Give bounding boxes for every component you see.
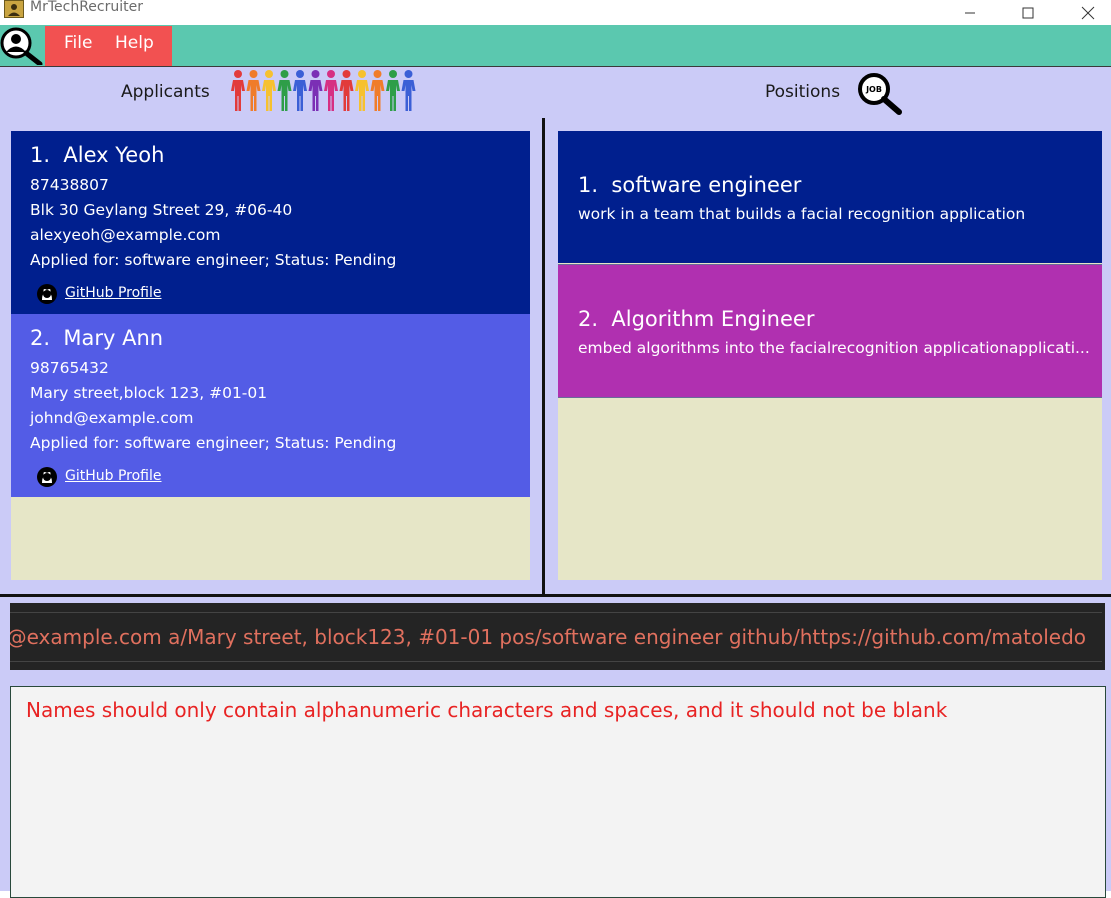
vertical-divider (542, 118, 545, 594)
person-figure-icon (262, 70, 276, 111)
position-title: 1. software engineer (578, 173, 802, 197)
applicant-card[interactable]: 1. Alex Yeoh 87438807 Blk 30 Geylang Str… (11, 131, 530, 314)
person-figure-icon (246, 70, 261, 111)
applicant-address: Blk 30 Geylang Street 29, #06-40 (30, 201, 293, 219)
applicant-name: 2. Mary Ann (30, 326, 164, 350)
menu-help[interactable]: Help (115, 33, 154, 53)
applicant-email: johnd@example.com (30, 409, 194, 427)
job-search-icon: JOB (856, 71, 902, 119)
github-icon (36, 466, 58, 488)
positions-label: Positions (765, 82, 841, 102)
position-title: 2. Algorithm Engineer (578, 307, 815, 331)
applicants-label: Applicants (121, 82, 210, 102)
position-card[interactable]: 1. software engineer work in a team that… (558, 131, 1102, 263)
command-input[interactable]: ınd@example.com a/Mary street, block123,… (10, 612, 1102, 662)
applicant-phone: 98765432 (30, 359, 109, 377)
applicant-card[interactable]: 2. Mary Ann 98765432 Mary street,block 1… (11, 314, 530, 497)
position-description: work in a team that builds a facial reco… (578, 205, 1026, 223)
applicant-phone: 87438807 (30, 176, 109, 194)
minimize-button[interactable] (947, 0, 993, 25)
person-figure-icon (401, 70, 416, 111)
app-icon (4, 0, 24, 18)
command-text: ınd@example.com a/Mary street, block123,… (10, 625, 1086, 649)
person-figure-icon (293, 70, 307, 111)
applicants-people-icon (231, 70, 416, 111)
recruiter-logo-icon (0, 27, 44, 67)
applicant-email: alexyeoh@example.com (30, 226, 221, 244)
person-figure-icon (277, 70, 292, 111)
person-figure-icon (308, 70, 323, 111)
position-card[interactable]: 2. Algorithm Engineer embed algorithms i… (558, 264, 1102, 398)
result-message: Names should only contain alphanumeric c… (26, 698, 948, 722)
applicant-status: Applied for: software engineer; Status: … (30, 434, 397, 452)
person-figure-icon (231, 70, 245, 111)
applicant-status: Applied for: software engineer; Status: … (30, 251, 397, 269)
person-figure-icon (386, 70, 400, 111)
window-title-bar (0, 0, 1111, 25)
github-profile-link[interactable]: GitHub Profile (65, 468, 162, 484)
position-description: embed algorithms into the facialrecognit… (578, 339, 1090, 357)
github-icon (36, 283, 58, 305)
applicant-name: 1. Alex Yeoh (30, 143, 165, 167)
person-figure-icon (324, 70, 338, 111)
person-figure-icon (339, 70, 354, 111)
menu-file[interactable]: File (64, 33, 92, 53)
github-profile-link[interactable]: GitHub Profile (65, 285, 162, 301)
person-figure-icon (355, 70, 369, 111)
maximize-button[interactable] (1005, 0, 1051, 25)
close-button[interactable] (1065, 0, 1111, 25)
person-figure-icon (370, 70, 385, 111)
svg-text:JOB: JOB (865, 85, 882, 94)
window-title: MrTechRecruiter (30, 0, 143, 15)
applicant-address: Mary street,block 123, #01-01 (30, 384, 268, 402)
